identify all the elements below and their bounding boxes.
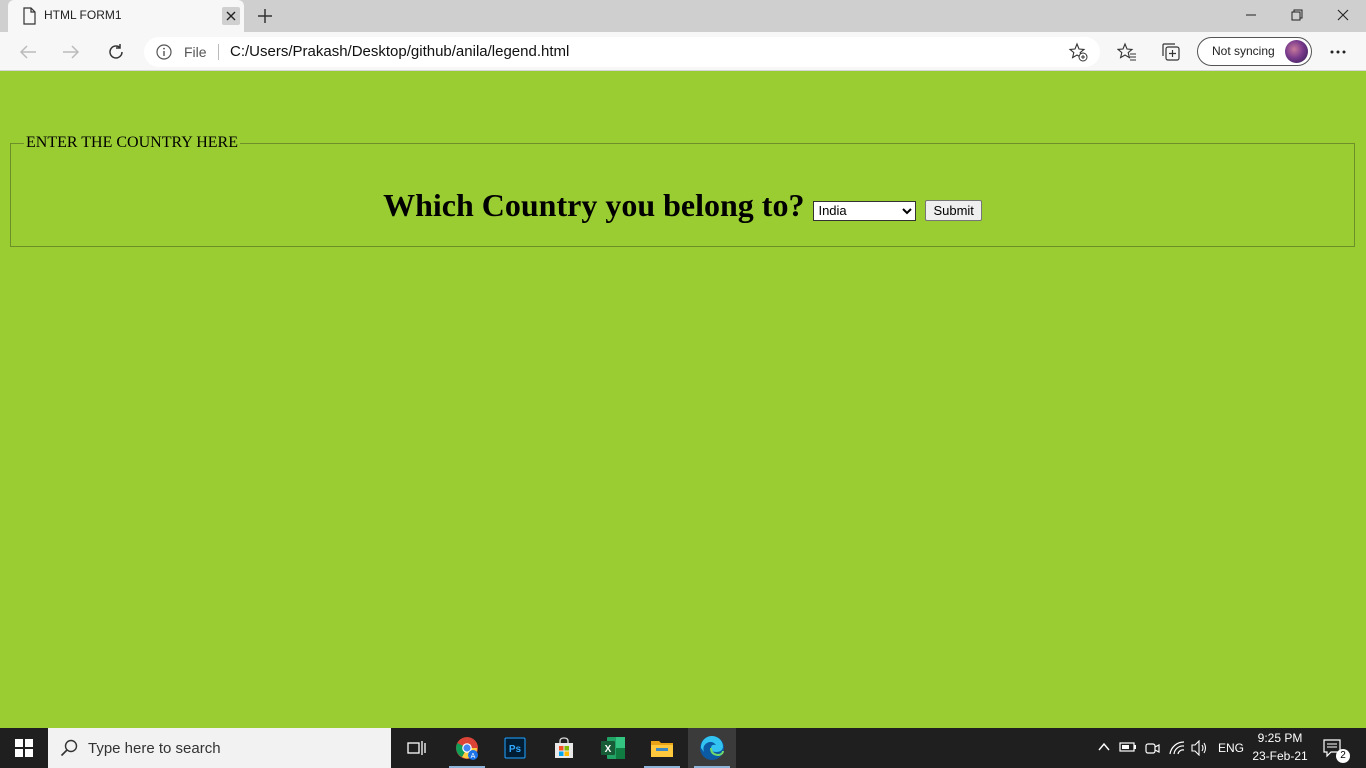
task-view-icon xyxy=(407,741,426,755)
forward-button[interactable] xyxy=(57,38,85,66)
tab-strip: HTML FORM1 xyxy=(0,0,1366,32)
close-window-button[interactable] xyxy=(1320,0,1366,30)
avatar xyxy=(1285,40,1308,63)
store-icon xyxy=(555,737,573,758)
restore-button[interactable] xyxy=(1274,0,1320,30)
photoshop-app[interactable]: Ps xyxy=(491,728,539,768)
excel-app[interactable]: X xyxy=(589,728,637,768)
country-fieldset: ENTER THE COUNTRY HERE Which Country you… xyxy=(10,134,1355,247)
start-button[interactable] xyxy=(0,728,48,768)
tab-title: HTML FORM1 xyxy=(44,8,122,22)
question-row: Which Country you belong to? India Submi… xyxy=(11,187,1354,224)
more-menu-icon[interactable] xyxy=(1324,38,1352,66)
windows-icon xyxy=(15,739,33,757)
notification-count: 2 xyxy=(1336,749,1350,763)
clock-date[interactable]: 23-Feb-21 xyxy=(1252,749,1308,763)
wifi-icon[interactable] xyxy=(1168,740,1186,756)
svg-text:X: X xyxy=(605,744,612,755)
task-view-button[interactable] xyxy=(392,728,440,768)
page-icon xyxy=(23,7,36,25)
photoshop-icon: Ps xyxy=(504,737,526,759)
language-indicator[interactable]: ENG xyxy=(1218,741,1244,755)
address-divider xyxy=(218,44,219,60)
submit-button[interactable]: Submit xyxy=(925,200,982,221)
tab-close-icon[interactable] xyxy=(222,7,240,25)
file-explorer-app[interactable] xyxy=(638,728,686,768)
address-bar[interactable]: File C:/Users/Prakash/Desktop/github/ani… xyxy=(144,37,1100,67)
taskbar: Type here to search A Ps X ENG 9:25 PM 2… xyxy=(0,728,1366,768)
chevron-up-icon[interactable] xyxy=(1097,740,1111,754)
svg-text:Ps: Ps xyxy=(509,744,522,755)
page-content: ENTER THE COUNTRY HERE Which Country you… xyxy=(0,71,1366,728)
url-text[interactable]: C:/Users/Prakash/Desktop/github/anila/le… xyxy=(230,43,569,60)
search-icon xyxy=(60,739,78,757)
browser-tab[interactable]: HTML FORM1 xyxy=(8,0,244,32)
info-icon[interactable] xyxy=(156,44,172,60)
new-tab-button[interactable] xyxy=(254,5,276,27)
search-placeholder: Type here to search xyxy=(88,740,221,757)
volume-icon[interactable] xyxy=(1191,740,1209,756)
country-question: Which Country you belong to? xyxy=(383,187,805,223)
taskbar-search[interactable]: Type here to search xyxy=(48,728,391,768)
chrome-icon: A xyxy=(456,737,478,760)
edge-icon xyxy=(700,735,724,760)
country-select[interactable]: India xyxy=(813,200,917,221)
address-scheme: File xyxy=(184,44,207,60)
add-favorite-icon[interactable] xyxy=(1068,42,1088,62)
chrome-app[interactable]: A xyxy=(443,728,491,768)
excel-icon: X xyxy=(601,737,625,759)
battery-icon[interactable] xyxy=(1119,740,1137,754)
meet-now-icon[interactable] xyxy=(1144,740,1160,756)
navigation-bar: File C:/Users/Prakash/Desktop/github/ani… xyxy=(0,32,1366,71)
minimize-button[interactable] xyxy=(1228,0,1274,30)
refresh-button[interactable] xyxy=(102,38,130,66)
clock-time[interactable]: 9:25 PM xyxy=(1254,731,1306,745)
profile-button[interactable]: Not syncing xyxy=(1197,37,1312,66)
collections-icon[interactable] xyxy=(1157,38,1185,66)
profile-status: Not syncing xyxy=(1212,44,1275,58)
store-app[interactable] xyxy=(540,728,588,768)
edge-app[interactable] xyxy=(688,728,736,768)
svg-text:A: A xyxy=(471,753,476,760)
folder-icon xyxy=(651,741,673,757)
favorites-icon[interactable] xyxy=(1113,38,1141,66)
back-button[interactable] xyxy=(14,38,42,66)
fieldset-legend: ENTER THE COUNTRY HERE xyxy=(26,134,238,151)
